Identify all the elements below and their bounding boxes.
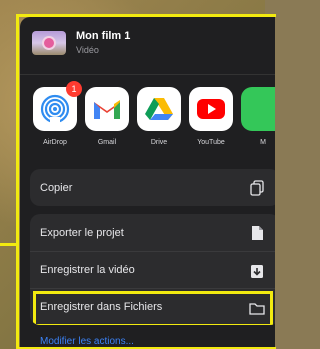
export-project-action[interactable]: Exporter le projet (30, 214, 275, 251)
annotation-line-left (0, 243, 17, 246)
video-thumbnail (32, 31, 66, 55)
copy-label: Copier (40, 181, 73, 194)
messages-icon (241, 87, 275, 131)
app-label: YouTube (197, 139, 225, 146)
action-group-copy: Copier (30, 169, 275, 206)
save-video-label: Enregistrer la vidéo (40, 264, 135, 276)
app-label: Drive (150, 139, 168, 146)
app-airdrop[interactable]: 1 AirDrop (32, 81, 82, 162)
export-label: Exporter le projet (40, 226, 124, 239)
copy-icon (250, 180, 264, 196)
app-label: M (260, 139, 266, 146)
app-youtube[interactable]: YouTube (188, 87, 234, 162)
save-files-label: Enregistrer dans Fichiers (40, 301, 163, 313)
drive-icon (137, 87, 181, 131)
actions-list: Copier Exporter le projet Enregistrer la… (30, 169, 275, 333)
modify-actions-link[interactable]: Modifier les actions... (40, 336, 134, 347)
action-group-main: Exporter le projet Enregistrer la vidéo … (30, 214, 275, 325)
app-messages[interactable]: M (240, 87, 275, 162)
notification-badge: 1 (66, 81, 82, 97)
app-gmail[interactable]: Gmail (84, 87, 130, 162)
folder-icon (249, 303, 265, 315)
share-sheet: Mon film 1 Vidéo 1 AirDrop Gmail Drive Y… (20, 17, 275, 349)
save-video-action[interactable]: Enregistrer la vidéo (30, 251, 275, 288)
app-label: Gmail (97, 139, 117, 146)
gmail-icon (85, 87, 129, 131)
share-subtitle: Vidéo (76, 45, 99, 55)
share-header: Mon film 1 Vidéo (20, 17, 275, 75)
app-drive[interactable]: Drive (136, 87, 182, 162)
document-icon (252, 226, 263, 240)
save-download-icon (251, 265, 263, 278)
save-to-files-action[interactable]: Enregistrer dans Fichiers (30, 288, 275, 325)
app-row: 1 AirDrop Gmail Drive YouTube M (32, 81, 275, 162)
copy-action[interactable]: Copier (30, 169, 275, 206)
youtube-icon (189, 87, 233, 131)
airdrop-icon: 1 (33, 81, 82, 131)
share-title: Mon film 1 (76, 30, 131, 42)
app-label: AirDrop (43, 139, 67, 146)
